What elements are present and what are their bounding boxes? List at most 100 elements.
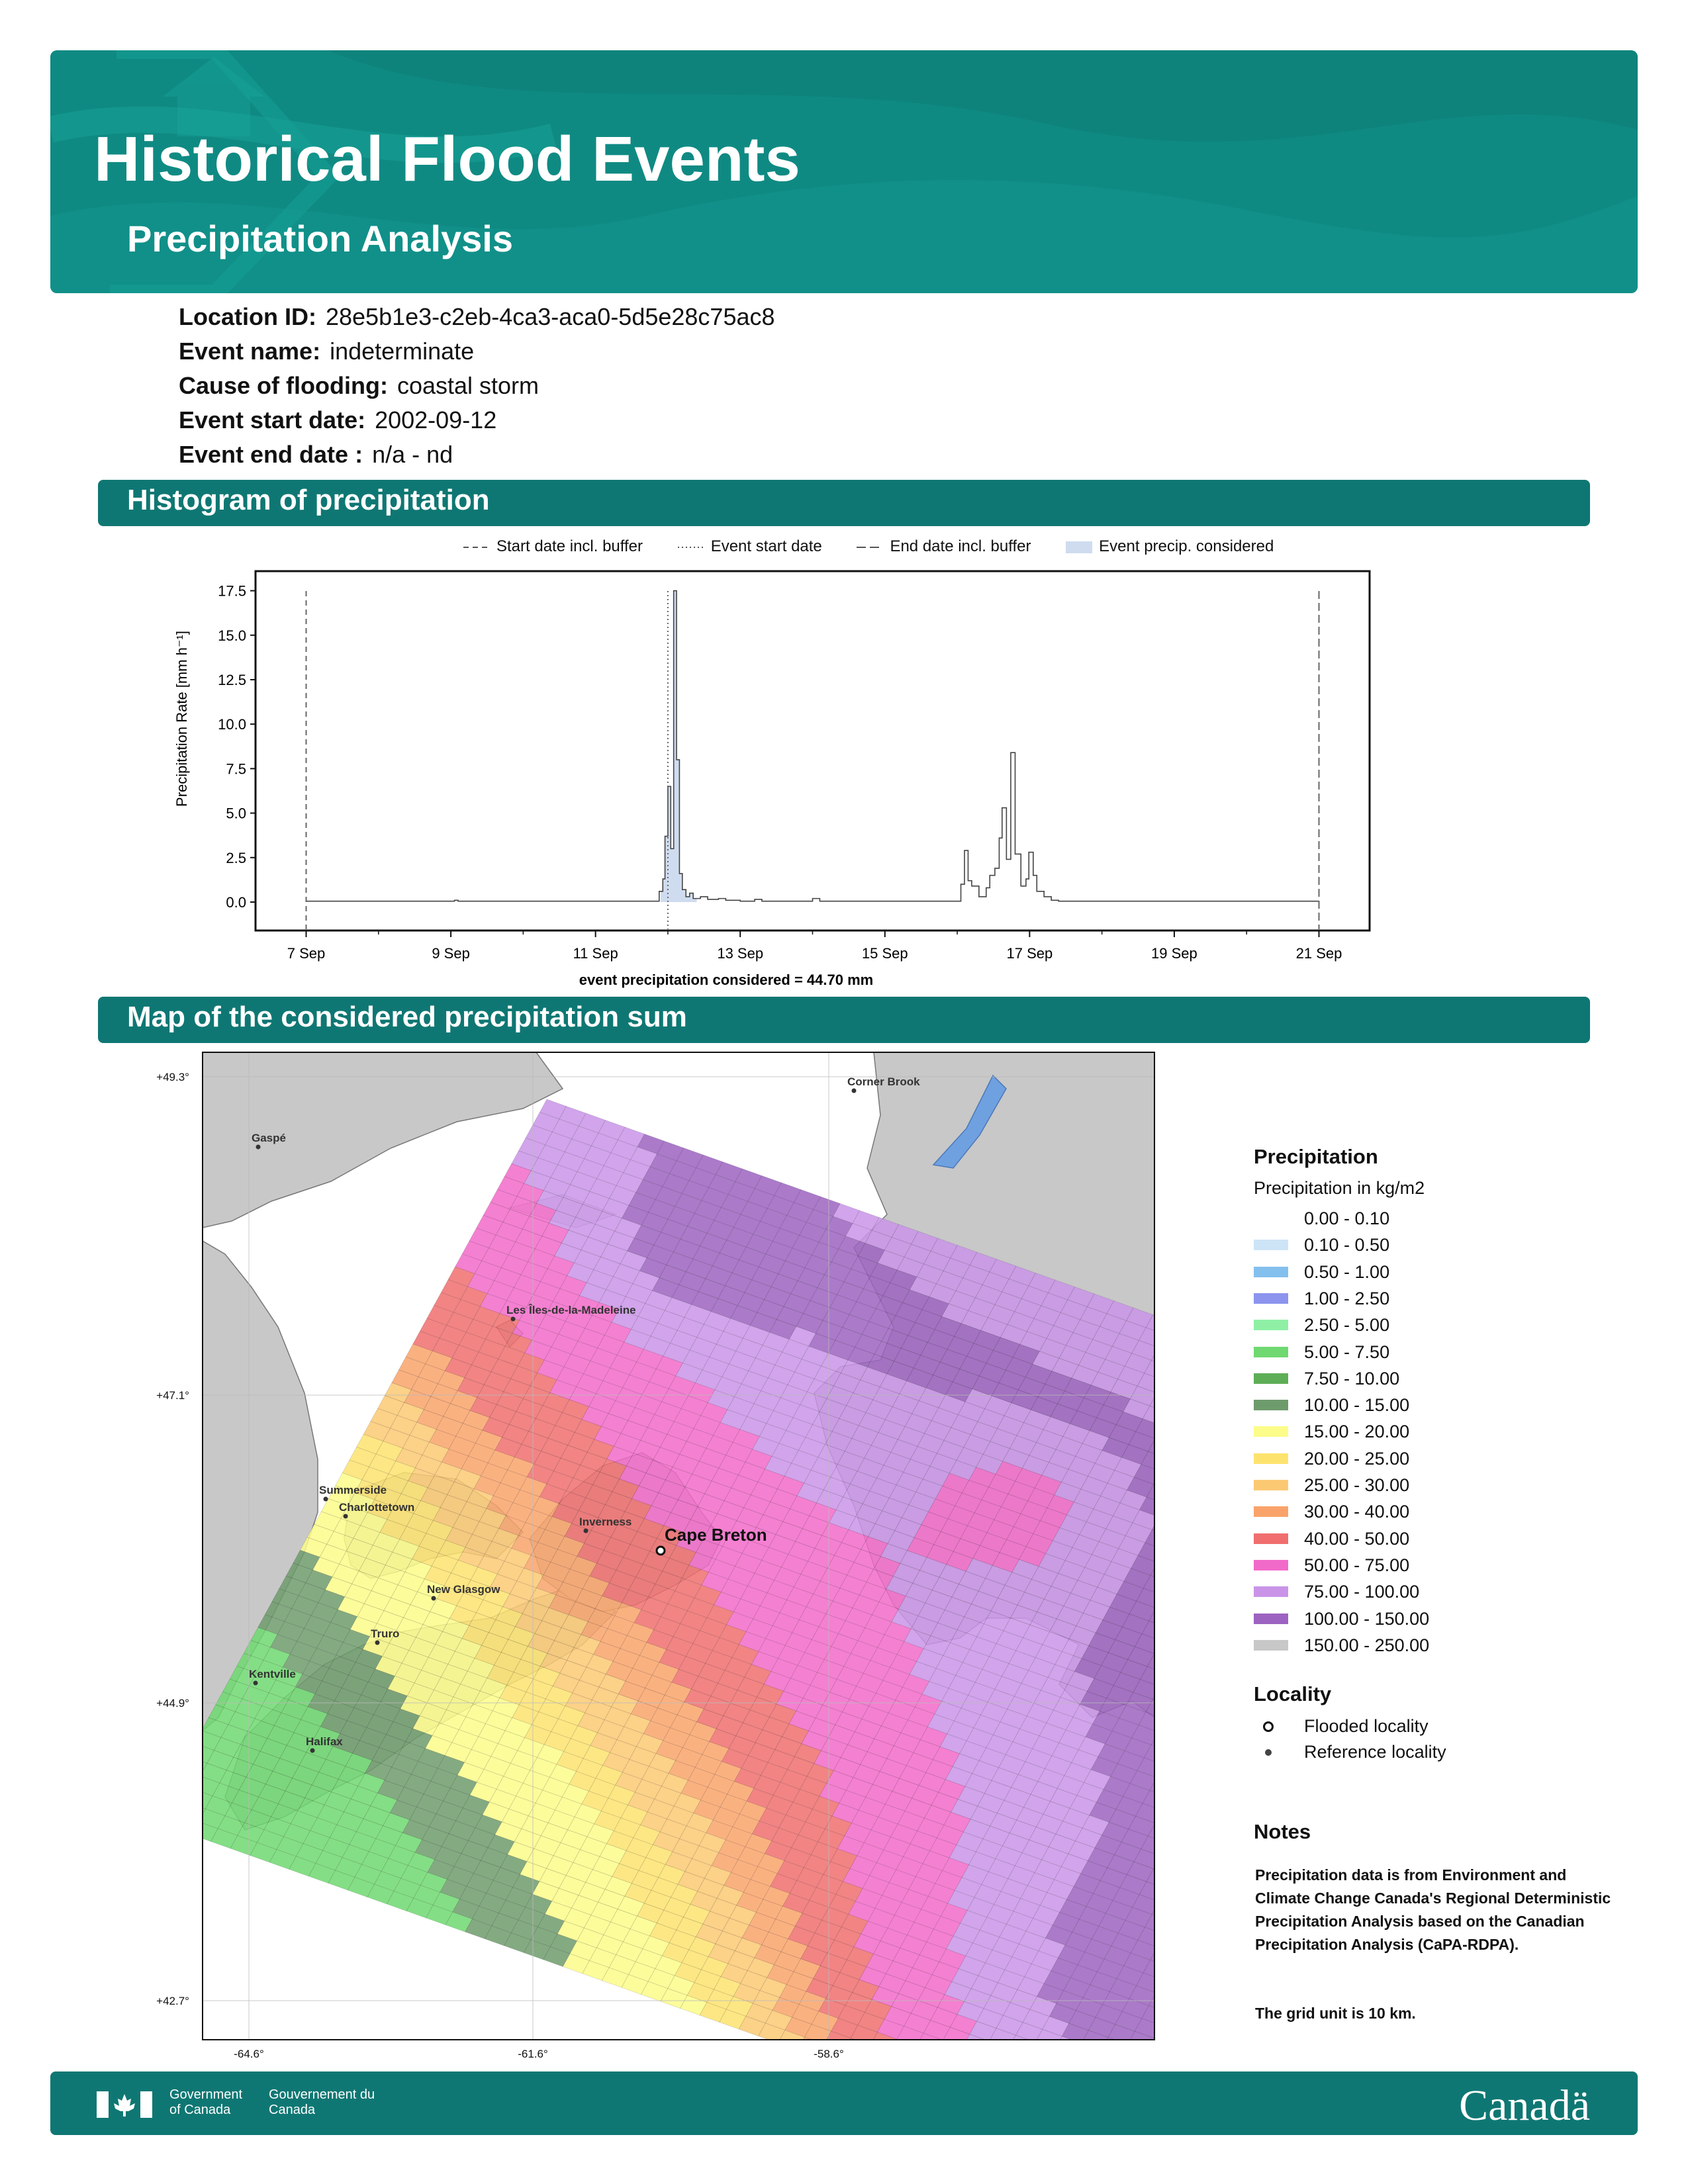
lat-tick: +49.3° [156,1071,189,1083]
grid-cell [1153,1482,1154,1485]
legend-bin-label: 50.00 - 75.00 [1304,1555,1410,1575]
x-tick-label: 15 Sep [862,945,908,962]
footer-bar: Government of Canada Gouvernement du Can… [50,2071,1638,2135]
precip-series-line [306,590,1319,902]
legend-swatch [1254,1613,1288,1624]
y-tick-label: 15.0 [218,627,246,644]
grid-cell [1168,1445,1172,1465]
legend-bin-label: 20.00 - 25.00 [1304,1448,1410,1469]
grid-cell [1153,2038,1154,2040]
legend-event-start: Event start date [677,537,822,555]
legend-swatch [1254,1373,1288,1384]
y-tick-label: 0.0 [226,894,246,911]
histogram-frame [254,570,1371,932]
legend-swatch [1254,1320,1288,1331]
legend-swatch [1254,1400,1288,1411]
lon-tick: -64.6° [234,2048,264,2058]
legend-bin-label: 10.00 - 15.00 [1304,1395,1410,1416]
flooded-marker-icon [1263,1721,1274,1732]
gov-en: Government of Canada [169,2087,243,2117]
grid-cell [152,1808,179,1828]
legend-swatch [1254,1480,1288,1490]
grid-cell [160,1795,186,1815]
y-tick-label: 12.5 [218,672,246,688]
grid-cell [1074,2043,1101,2058]
grid-cell [1168,1830,1172,1850]
legend-bin-label: 1.00 - 2.50 [1304,1288,1390,1308]
city-label: Truro [371,1627,399,1640]
legend-bin-label: 0.50 - 1.00 [1304,1261,1390,1282]
legend-swatch [1254,1453,1288,1464]
reference-city-marker [310,1748,315,1753]
grid-cell [1168,1615,1172,1635]
grid-cell [975,2054,1002,2058]
legend-swatch [1254,1266,1288,1277]
legend-bin-label: 75.00 - 100.00 [1304,1582,1420,1602]
grid-cell [1068,2056,1094,2058]
canada-flag-icon [97,2091,152,2118]
histogram-legend: Start date incl. buffer Event start date… [463,537,1304,556]
precipitation-map: Gaspé Corner Brook Les Îles-de-la-Madelein… [152,1052,1172,2059]
legend-swatch [1254,1559,1288,1570]
grid-cell [1156,1595,1172,1615]
city-label: Les Îles-de-la-Madeleine [506,1304,636,1316]
grid-cell [1160,1843,1172,1863]
reference-city-marker [851,1088,857,1093]
legend-bin-label: 15.00 - 20.00 [1304,1422,1410,1442]
grid-cell [1158,1550,1172,1570]
x-tick-label: 21 Sep [1296,945,1342,962]
legend-bin-label: 100.00 - 150.00 [1304,1608,1430,1629]
legend-bin-label: 30.00 - 40.00 [1304,1502,1410,1522]
grid-cell [1154,1641,1172,1661]
grid-cell [1163,1582,1172,1602]
grid-cell [856,2058,882,2059]
grid-cell [1154,2025,1172,2045]
legend-bin-label: 5.00 - 7.50 [1304,1342,1390,1362]
grid-cell [1159,1889,1172,1909]
y-tick-label: 10.0 [218,716,246,733]
lat-tick: +47.1° [156,1389,189,1402]
grid-cell [1161,1459,1172,1479]
grid-cell [1140,2051,1166,2058]
grid-cell [1165,1706,1172,1726]
canada-wordmark: Canadä [1459,2081,1590,2130]
legend-start-buffer: Start date incl. buffer [463,537,643,555]
city-label: New Glasgow [427,1583,500,1596]
grid-cell [1152,1696,1154,1700]
section-map-title: Map of the considered precipitation sum [127,1001,687,1033]
grid-cell [1166,1876,1172,1895]
reference-city-marker [253,1680,258,1686]
map-legend-title: Precipitation [1254,1145,1378,1168]
x-tick-label: 9 Sep [432,945,470,962]
grid-cell [1155,1810,1172,1830]
x-tick-label: 17 Sep [1006,945,1053,962]
grid-cell [1170,1954,1172,1974]
legend-swatch [1254,1240,1288,1251]
grid-cell [1002,2048,1028,2058]
y-tick-label: 2.5 [226,850,246,866]
reference-city-marker [256,1144,261,1150]
legend-bin-label: 25.00 - 30.00 [1304,1475,1410,1495]
grid-cell [1162,1797,1172,1817]
grid-cell [956,2047,982,2058]
map-legend-subtitle: Precipitation in kg/m2 [1254,1178,1425,1198]
legend-swatch [1254,1346,1288,1357]
grid-cell [849,2038,856,2040]
grid-cell [982,2041,1009,2058]
legend-bin-label: 40.00 - 50.00 [1304,1528,1410,1549]
x-tick-label: 19 Sep [1151,945,1197,962]
grid-cell [1113,2057,1140,2058]
city-label: Inverness [579,1516,632,1528]
reference-city-marker [343,1514,348,1519]
grid-cell [1160,1674,1172,1694]
grid-cell [883,2052,910,2058]
legend-bin-label: 7.50 - 10.00 [1304,1368,1400,1388]
histogram-y-axis-label: Precipitation Rate [mm h⁻¹] [173,631,190,807]
reference-city-marker [323,1496,328,1502]
x-tick-label: 11 Sep [573,945,618,962]
grid-cell [1158,1335,1172,1355]
city-label: Corner Brook [847,1075,920,1088]
grid-cell [910,2046,936,2058]
grid-cell [1157,1380,1172,1400]
grid-cell [1169,1784,1172,1804]
